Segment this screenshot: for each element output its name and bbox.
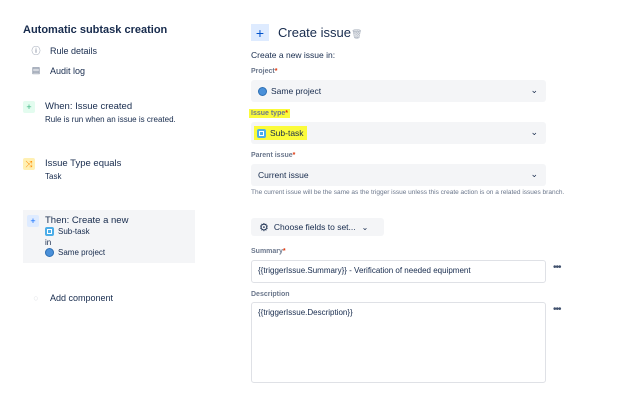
rule-details-link[interactable]: ⓘ Rule details <box>30 44 97 57</box>
globe-icon <box>45 248 54 257</box>
choose-fields-label: Choose fields to set... <box>273 222 356 232</box>
intro-text: Create a new issue in: <box>251 50 336 60</box>
condition-title: Issue Type equals <box>45 158 122 169</box>
add-component-button[interactable]: ○ Add component <box>30 293 113 303</box>
rule-title: Automatic subtask creation <box>23 24 168 36</box>
plus-icon: + <box>23 101 35 113</box>
action-issue-type: Sub-task <box>45 227 90 236</box>
choose-fields-button[interactable]: ⚙ Choose fields to set... ⌄ <box>251 218 384 236</box>
action-project: Same project <box>45 248 105 257</box>
circle-icon: ○ <box>33 293 39 303</box>
description-more-icon[interactable]: ••• <box>553 304 561 315</box>
parent-issue-value: Current issue <box>258 170 309 180</box>
action-in-label: in <box>45 238 52 247</box>
trigger-subtitle: Rule is run when an issue is created. <box>45 115 176 124</box>
chevron-down-icon: ⌄ <box>361 222 369 232</box>
summary-more-icon[interactable]: ••• <box>553 262 561 273</box>
gear-icon: ⚙ <box>259 221 269 234</box>
trash-icon[interactable]: 🗑 <box>351 29 362 40</box>
project-label: Project* <box>251 68 278 75</box>
add-component-label: Add component <box>50 293 114 303</box>
plus-icon: + <box>27 215 39 227</box>
subtask-icon <box>257 128 266 138</box>
shuffle-icon: ⤨ <box>23 158 35 170</box>
subtask-icon <box>45 227 54 236</box>
condition-subtitle: Task <box>45 172 62 181</box>
info-icon: ⓘ <box>31 46 41 56</box>
summary-input[interactable]: {{triggerIssue.Summary}} - Verification … <box>251 260 546 283</box>
parent-issue-select[interactable]: Current issue ⌄ <box>251 164 546 186</box>
issue-type-select[interactable]: Sub-task ⌄ <box>251 122 546 144</box>
project-value: Same project <box>271 86 322 96</box>
trigger-title: When: Issue created <box>45 101 133 112</box>
description-label: Description <box>251 291 290 298</box>
issue-type-label: Issue type* <box>249 109 290 118</box>
rule-details-label: Rule details <box>50 45 98 56</box>
condition-step[interactable]: ⤨ Issue Type equals Task <box>23 158 195 186</box>
trigger-step[interactable]: + When: Issue created Rule is run when a… <box>23 101 195 131</box>
chevron-down-icon: ⌄ <box>530 85 538 95</box>
project-select[interactable]: Same project ⌄ <box>251 80 546 102</box>
description-input[interactable]: {{triggerIssue.Description}} <box>251 302 546 383</box>
parent-issue-label: Parent issue* <box>251 152 296 159</box>
summary-label: Summary* <box>251 248 286 255</box>
action-title: Then: Create a new <box>45 215 129 226</box>
action-step[interactable]: + Then: Create a new Sub-task in Same pr… <box>23 210 195 263</box>
audit-log-label: Audit log <box>50 65 86 76</box>
chevron-down-icon: ⌄ <box>530 169 538 179</box>
page-title: Create issue <box>278 25 351 40</box>
chevron-down-icon: ⌄ <box>530 127 538 137</box>
plus-icon: + <box>251 24 269 41</box>
issue-type-value: Sub-task <box>270 128 304 138</box>
document-icon: ▤ <box>31 65 41 75</box>
globe-icon <box>258 86 267 96</box>
audit-log-link[interactable]: ▤ Audit log <box>30 65 85 76</box>
parent-issue-help: The current issue will be the same as th… <box>251 189 565 196</box>
